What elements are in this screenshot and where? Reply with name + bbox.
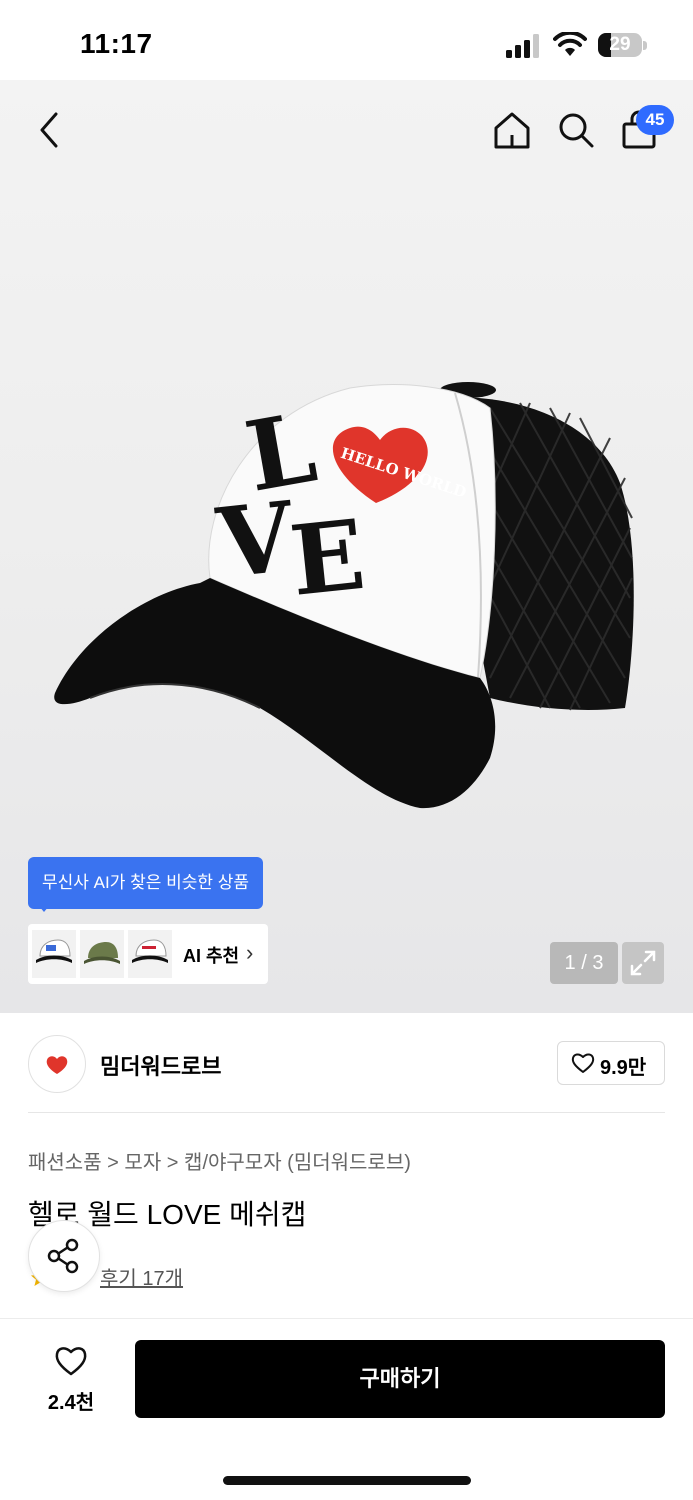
brand-logo[interactable]: [28, 1035, 86, 1093]
home-indicator: [223, 1476, 471, 1485]
search-icon[interactable]: [556, 110, 596, 150]
brand-name[interactable]: 밈더워드로브: [100, 1049, 221, 1081]
battery-tip: [643, 41, 647, 50]
expand-icon: [630, 950, 656, 976]
breadcrumb-separator: >: [107, 1152, 119, 1174]
image-pager: 1 / 3: [550, 942, 618, 984]
breadcrumb-item[interactable]: 패션소품: [28, 1152, 102, 1174]
status-time: 11:17: [80, 28, 153, 59]
divider: [28, 1112, 665, 1113]
cart-count-badge: 45: [636, 105, 674, 135]
cap-letter-e: E: [285, 498, 370, 618]
back-chevron-icon[interactable]: [30, 110, 70, 150]
ai-recommend-tooltip: 무신사 AI가 찾은 비슷한 상품: [28, 857, 263, 909]
cellular-signal-icon: [506, 34, 539, 58]
buy-button[interactable]: 구매하기: [135, 1340, 665, 1418]
home-icon[interactable]: [492, 110, 532, 150]
product-image: L V E HELLO WORLD: [54, 382, 634, 809]
ai-thumb-2[interactable]: [80, 930, 124, 978]
ai-thumb-1[interactable]: [32, 930, 76, 978]
brand-like-count: 9.9만: [600, 1057, 647, 1079]
expand-button[interactable]: [622, 942, 664, 984]
battery-level: 29: [609, 34, 631, 55]
battery-icon: 29: [598, 33, 642, 57]
brand-like-button[interactable]: 9.9만: [557, 1041, 665, 1085]
tooltip-arrow: [34, 900, 54, 912]
review-link[interactable]: 후기 17개: [100, 1262, 183, 1291]
ai-thumb-3[interactable]: [128, 930, 172, 978]
brand-heart-icon: [46, 1056, 68, 1074]
ai-recommend-label: AI 추천: [183, 946, 240, 966]
wishlist-count: 2.4천: [47, 1392, 95, 1414]
chevron-right-icon: ›: [246, 940, 254, 965]
breadcrumb-item[interactable]: 모자: [124, 1152, 161, 1174]
bottom-bar-divider: [0, 1318, 693, 1319]
heart-outline-icon: [571, 1053, 595, 1073]
breadcrumb-item[interactable]: 캡/야구모자 (밈더워드로브): [184, 1152, 411, 1174]
breadcrumb-separator: >: [166, 1152, 179, 1174]
heart-outline-icon: [55, 1347, 87, 1376]
share-button[interactable]: [28, 1220, 100, 1292]
ai-recommend-button[interactable]: AI 추천 ›: [28, 924, 268, 984]
cap-letter-v: V: [211, 480, 299, 600]
breadcrumb: 패션소품 > 모자 > 캡/야구모자 (밈더워드로브): [28, 1146, 411, 1175]
wifi-icon: [553, 32, 587, 56]
share-icon: [47, 1238, 79, 1274]
